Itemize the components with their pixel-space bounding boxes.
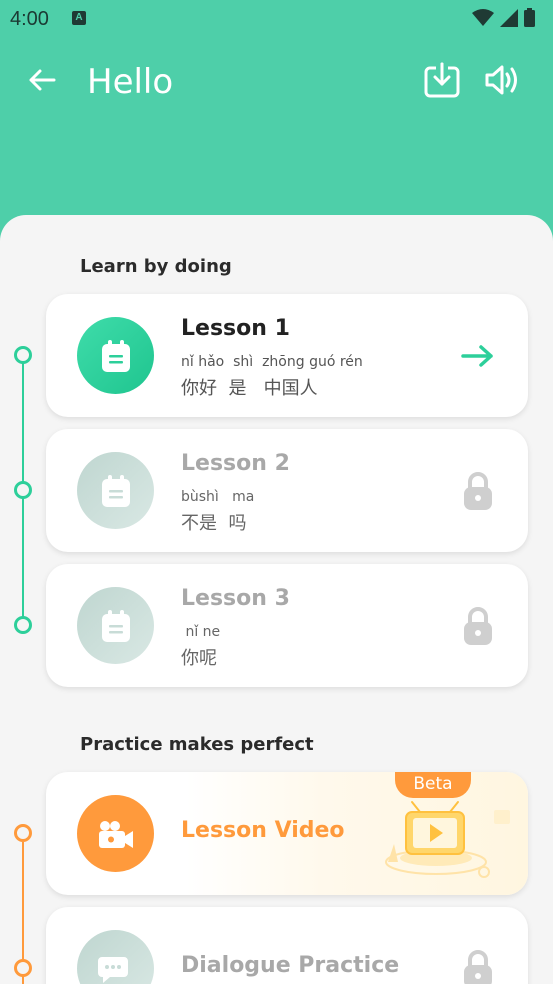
timeline-dot — [14, 959, 32, 977]
page-title: Hello — [87, 62, 174, 102]
beta-badge: Beta — [395, 772, 471, 798]
wifi-icon — [472, 8, 494, 26]
lesson-title: Lesson 2 — [181, 451, 290, 476]
lock-indicator — [458, 606, 498, 646]
lesson-title: Lesson 3 — [181, 586, 290, 611]
back-button[interactable] — [24, 62, 60, 98]
video-circle — [77, 795, 154, 872]
chat-bubble-icon — [97, 956, 128, 983]
arrow-right-icon — [461, 345, 493, 367]
app-header: Hello — [0, 38, 553, 128]
notification-icon: A — [72, 11, 86, 25]
lesson-circle — [77, 317, 154, 394]
download-button[interactable] — [424, 62, 460, 98]
section-title-learn: Learn by doing — [80, 256, 232, 277]
dialogue-circle — [77, 930, 154, 984]
timeline-dot — [14, 616, 32, 634]
lesson-card-3[interactable]: Lesson 3 nǐ ne 你呢 — [46, 564, 528, 687]
lock-icon — [464, 607, 492, 645]
lesson-pinyin: nǐ hǎo shì zhōng guó rén — [181, 354, 363, 370]
lock-icon — [464, 472, 492, 510]
lesson-hanzi: 不是 吗 — [181, 513, 247, 534]
timeline-dot — [14, 824, 32, 842]
lesson-pinyin: nǐ ne — [181, 624, 221, 640]
lock-indicator — [458, 949, 498, 984]
content-panel: Learn by doing Lesson 1 nǐ hǎo shì zhōng… — [0, 215, 553, 984]
lesson-title: Lesson 1 — [181, 316, 290, 341]
start-lesson-button[interactable] — [458, 336, 498, 376]
lesson-card-2[interactable]: Lesson 2 bùshì ma 不是 吗 — [46, 429, 528, 552]
dialogue-practice-card[interactable]: Dialogue Practice — [46, 907, 528, 984]
timeline-dot — [14, 481, 32, 499]
tv-illustration-icon — [385, 801, 510, 878]
lesson-circle — [77, 587, 154, 664]
notepad-icon — [101, 474, 130, 507]
section-title-practice: Practice makes perfect — [80, 734, 314, 755]
speaker-icon — [485, 65, 517, 95]
battery-icon — [524, 8, 535, 27]
status-bar: 4:00 A — [0, 0, 553, 38]
practice-title: Lesson Video — [181, 818, 345, 843]
video-camera-icon — [98, 820, 133, 848]
lesson-circle — [77, 452, 154, 529]
lesson-hanzi: 你好 是 中国人 — [181, 378, 318, 399]
notepad-icon — [101, 609, 130, 642]
arrow-left-icon — [29, 69, 56, 91]
notepad-icon — [101, 339, 130, 372]
lesson-hanzi: 你呢 — [181, 648, 217, 669]
lock-icon — [464, 950, 492, 984]
sound-button[interactable] — [484, 62, 522, 98]
lesson-pinyin: bùshì ma — [181, 489, 255, 505]
signal-icon — [500, 8, 518, 27]
status-icons — [472, 8, 535, 27]
lesson-card-1[interactable]: Lesson 1 nǐ hǎo shì zhōng guó rén 你好 是 中… — [46, 294, 528, 417]
practice-title: Dialogue Practice — [181, 953, 400, 978]
status-time: 4:00 — [10, 8, 49, 30]
timeline-dot — [14, 346, 32, 364]
download-icon — [424, 62, 460, 98]
lesson-video-card[interactable]: Beta Lesson Video — [46, 772, 528, 895]
lock-indicator — [458, 471, 498, 511]
